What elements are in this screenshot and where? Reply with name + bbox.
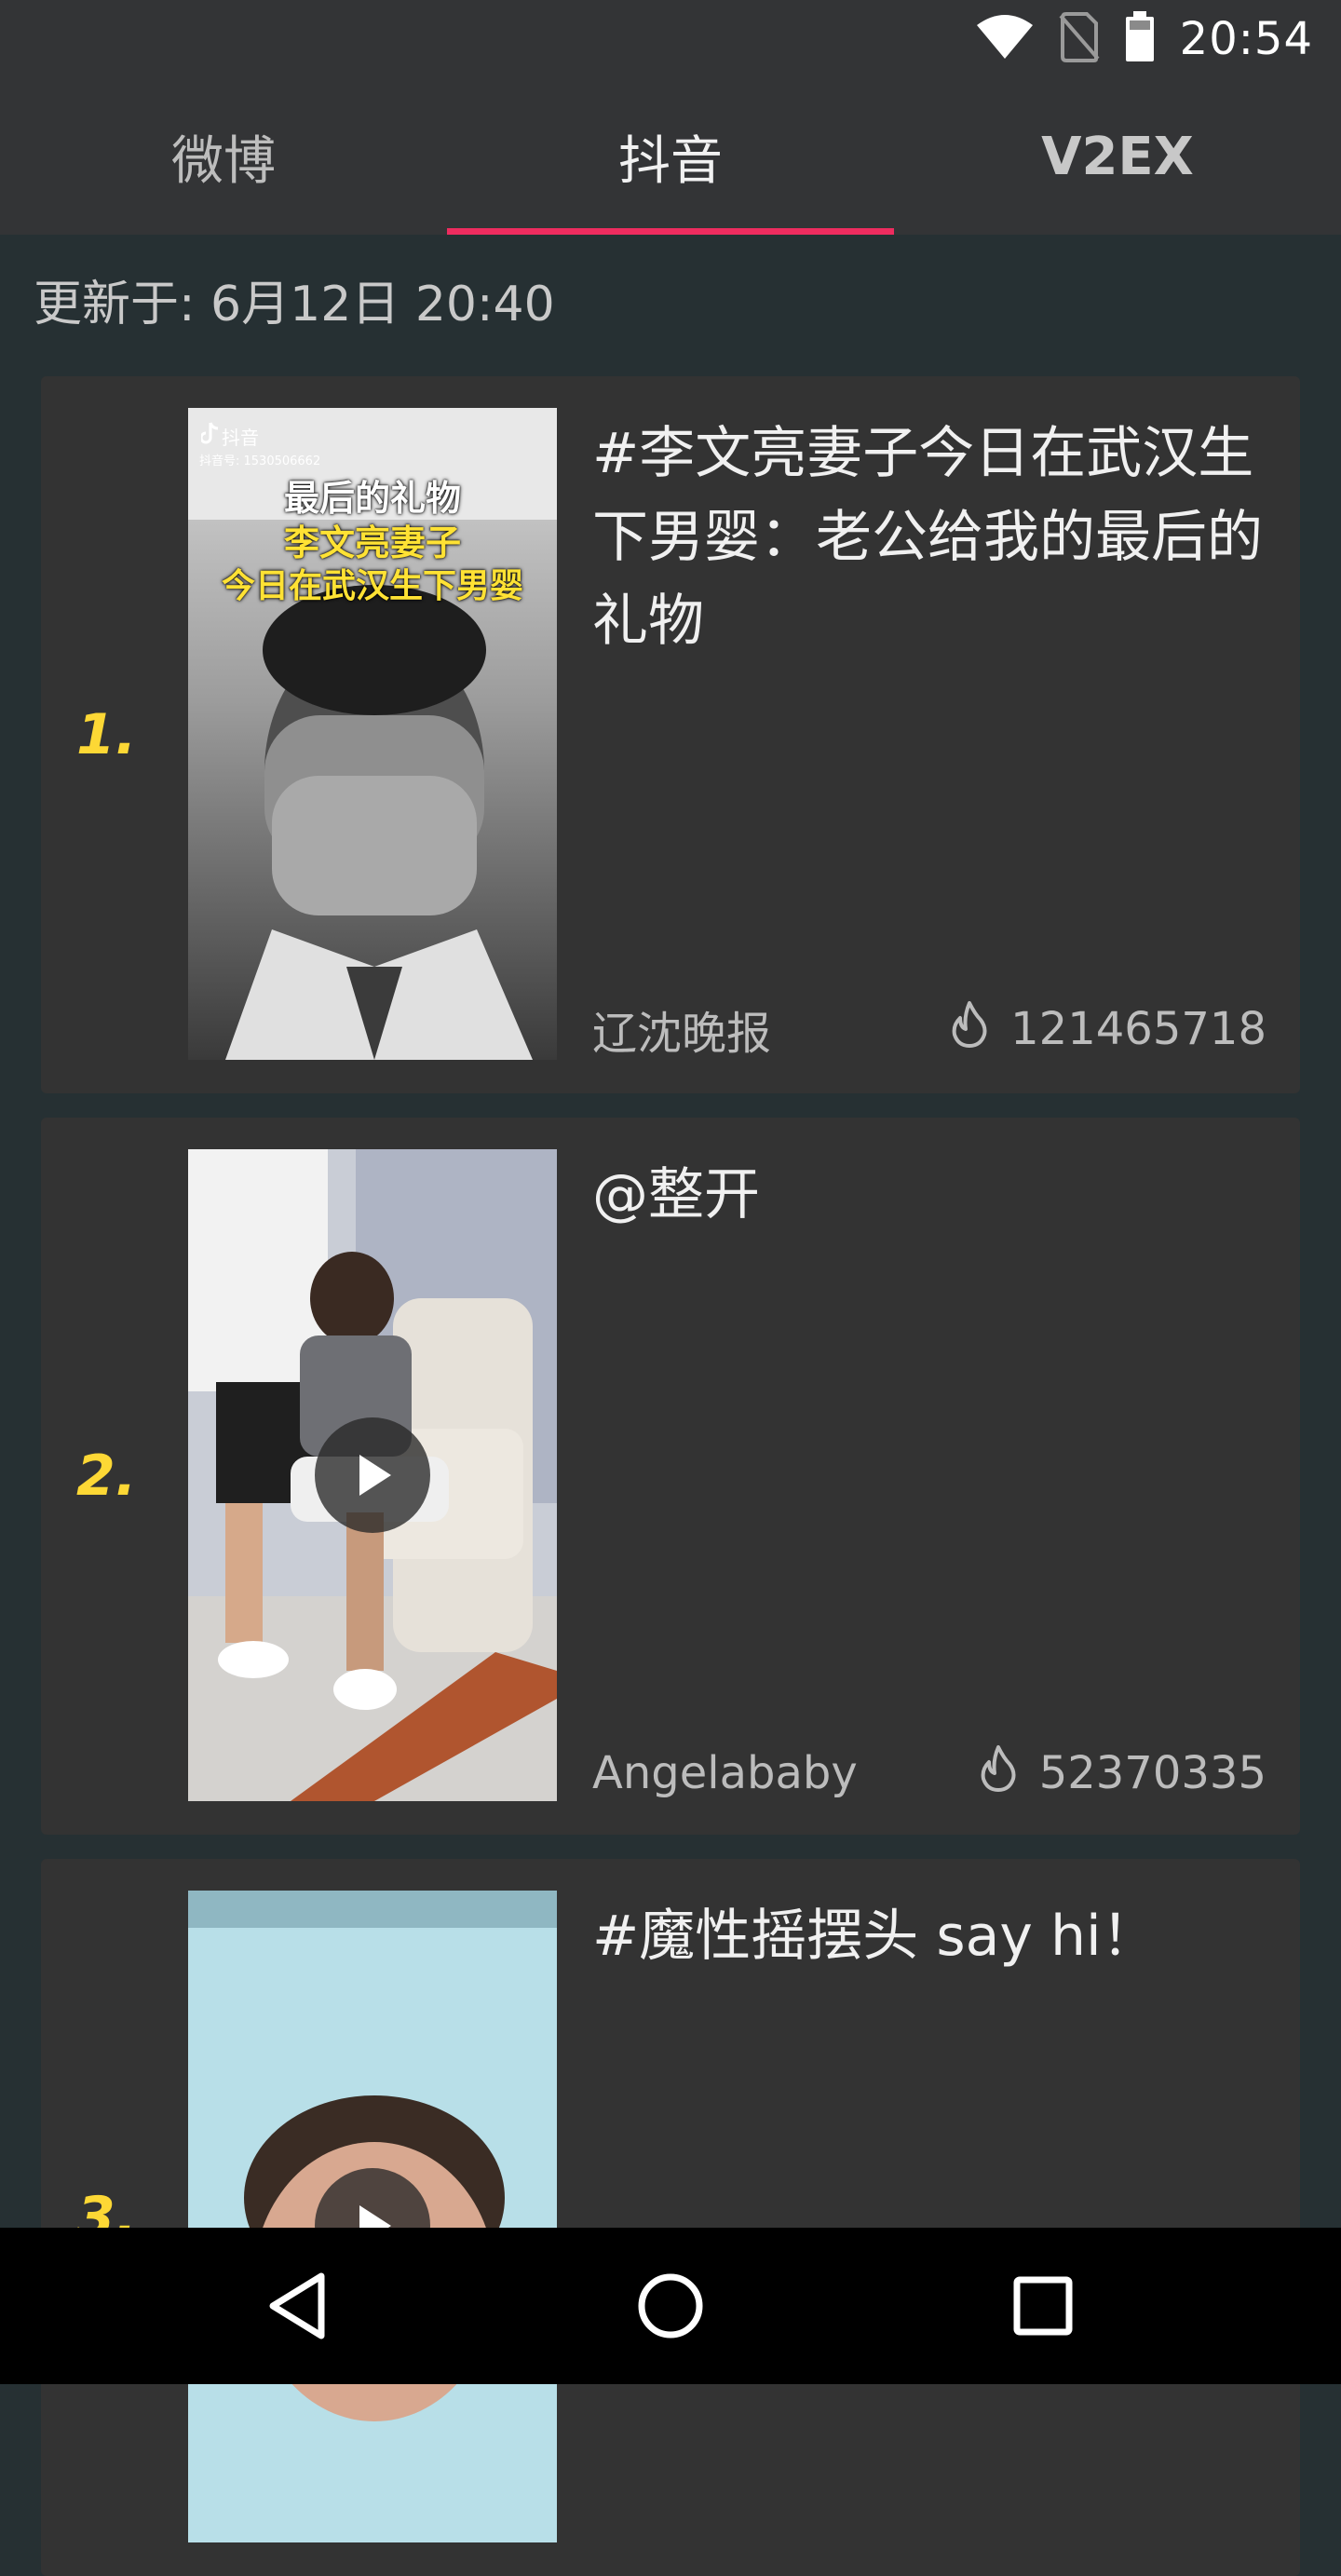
tab-v2ex[interactable]: V2EX: [894, 78, 1341, 235]
trending-card[interactable]: 2. @整开 Angelababy 52370335: [41, 1118, 1300, 1835]
heat-count: 121465718: [951, 999, 1266, 1059]
status-bar: 20:54: [0, 0, 1341, 78]
rank-number: 1.: [76, 702, 137, 767]
status-time: 20:54: [1179, 13, 1313, 65]
item-meta: 辽沈晚报 121465718: [592, 997, 1266, 1062]
item-title[interactable]: @整开: [592, 1153, 1263, 1237]
item-author[interactable]: Angelababy: [592, 1747, 858, 1799]
rank-number: 2.: [76, 1444, 137, 1509]
update-timestamp: 更新于: 6月12日 20:40: [34, 277, 555, 332]
thumb-caption-2: 李文亮妻子: [283, 522, 461, 563]
tab-douyin[interactable]: 抖音: [447, 78, 894, 235]
item-author[interactable]: 辽沈晚报: [592, 997, 771, 1062]
navigation-bar: [0, 2228, 1341, 2384]
thumb-caption-3: 今日在武汉生下男婴: [221, 567, 523, 605]
battery-icon: [1124, 11, 1156, 67]
tab-weibo[interactable]: 微博: [0, 78, 447, 235]
tiktok-logo-icon: [201, 421, 220, 445]
play-button[interactable]: [315, 1417, 430, 1533]
trending-card[interactable]: 3. #魔性摇摆头 say hi！: [41, 1859, 1300, 2576]
wifi-icon: [975, 14, 1035, 64]
heat-count: 52370335: [980, 1743, 1266, 1803]
no-sim-icon: [1059, 12, 1100, 66]
item-meta: Angelababy 52370335: [592, 1743, 1266, 1803]
tab-bar: 微博 抖音 V2EX: [0, 78, 1341, 235]
trending-card[interactable]: 1. 抖音 抖音号: 1530506662 最后的礼物 李文亮妻子 今日在武汉生…: [41, 376, 1300, 1093]
home-icon[interactable]: [615, 2250, 726, 2362]
heat-value: 121465718: [1010, 1003, 1266, 1055]
video-thumbnail[interactable]: [188, 1149, 557, 1801]
item-title[interactable]: #魔性摇摆头 say hi！: [592, 1894, 1263, 1978]
thumb-brand: 抖音: [222, 427, 259, 449]
thumb-account: 抖音号: 1530506662: [199, 454, 321, 468]
flame-icon: [951, 999, 988, 1059]
item-title[interactable]: #李文亮妻子今日在武汉生下男婴：老公给我的最后的礼物: [592, 412, 1263, 663]
back-icon[interactable]: [242, 2250, 354, 2362]
video-thumbnail[interactable]: [188, 1891, 557, 2542]
recents-icon[interactable]: [987, 2250, 1099, 2362]
rank-number: 3.: [76, 2185, 137, 2250]
video-thumbnail[interactable]: 抖音 抖音号: 1530506662 最后的礼物 李文亮妻子 今日在武汉生下男婴: [188, 408, 557, 1060]
thumb-caption-1: 最后的礼物: [283, 478, 461, 519]
heat-value: 52370335: [1038, 1747, 1266, 1799]
flame-icon: [980, 1743, 1017, 1803]
status-icons: 20:54: [975, 9, 1313, 69]
